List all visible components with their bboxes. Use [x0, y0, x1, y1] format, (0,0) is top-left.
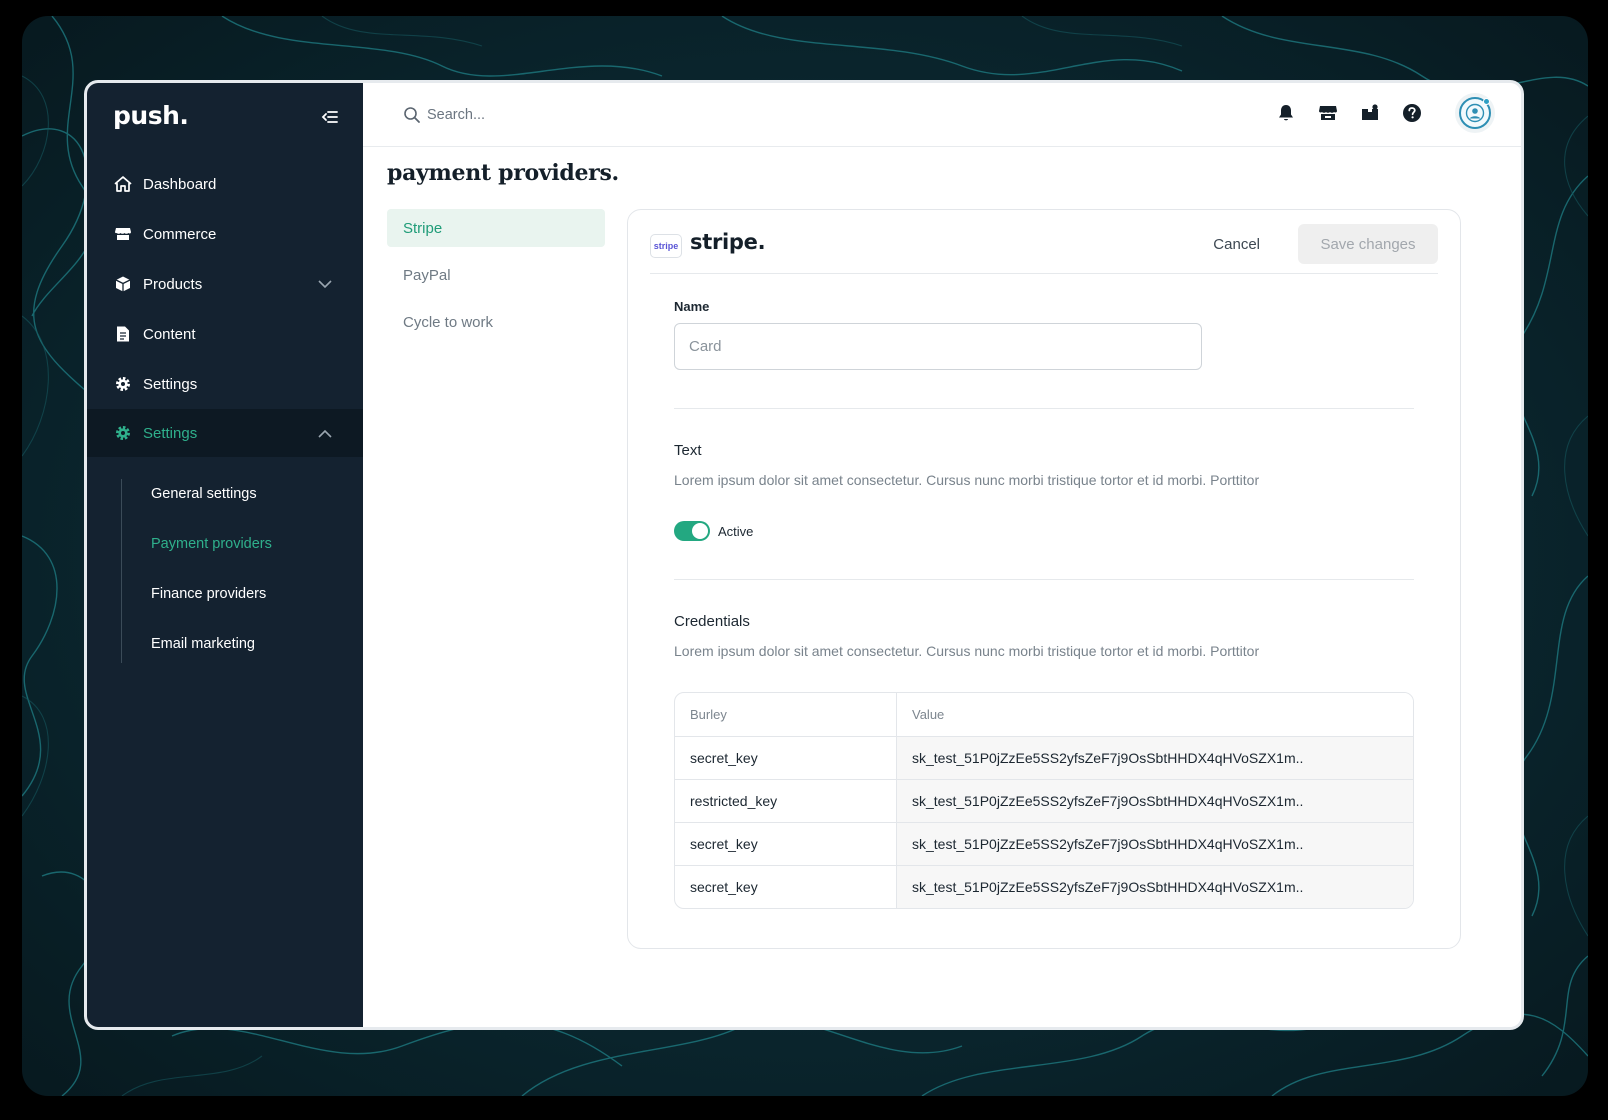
user-icon — [1465, 103, 1485, 123]
card-header: stripe stripe. Cancel Save changes — [650, 224, 1438, 274]
chevron-down-icon[interactable] — [317, 276, 333, 292]
box-icon — [113, 274, 133, 294]
store-icon[interactable] — [1317, 102, 1339, 124]
credentials-section-title: Credentials — [674, 613, 750, 630]
sidebar-item-commerce[interactable]: Commerce — [87, 209, 363, 259]
app-logo: push. — [113, 101, 189, 130]
gear-icon — [113, 423, 133, 443]
document-icon — [113, 324, 133, 344]
credentials-table: Burley Value secret_key sk_test_51P0jZzE… — [674, 692, 1414, 909]
subnav-rail — [121, 479, 122, 663]
store-icon — [113, 224, 133, 244]
sidebar-item-label: Commerce — [143, 225, 217, 243]
help-icon[interactable] — [1401, 102, 1423, 124]
table-row[interactable]: secret_key sk_test_51P0jZzEe5SS2yfsZeF7j… — [675, 736, 1413, 779]
page-title: payment providers. — [387, 160, 619, 186]
subnav-item-payment-providers[interactable]: Payment providers — [151, 519, 363, 569]
credential-value[interactable]: sk_test_51P0jZzEe5SS2yfsZeF7j9OsSbtHHDX4… — [897, 866, 1413, 908]
subnav-item-general-settings[interactable]: General settings — [151, 469, 363, 519]
text-section-description: Lorem ipsum dolor sit amet consectetur. … — [674, 472, 1260, 488]
topbar: Search... — [363, 83, 1521, 147]
chevron-up-icon[interactable] — [317, 426, 333, 442]
sidebar-item-label: Content — [143, 325, 196, 343]
sidebar-item-products[interactable]: Products — [87, 259, 363, 309]
search-bar[interactable]: Search... — [403, 106, 485, 124]
sidebar-item-label: Dashboard — [143, 175, 217, 193]
toggle-knob — [692, 523, 708, 539]
active-toggle[interactable] — [674, 521, 710, 541]
sidebar-item-label: Settings — [143, 424, 198, 442]
sidebar-item-dashboard[interactable]: Dashboard — [87, 159, 363, 209]
bell-icon[interactable] — [1275, 102, 1297, 124]
provider-item-stripe[interactable]: Stripe — [387, 209, 605, 247]
sidebar-item-settings[interactable]: Settings — [87, 359, 363, 409]
provider-list: Stripe PayPal Cycle to work — [387, 209, 605, 350]
table-row[interactable]: restricted_key sk_test_51P0jZzEe5SS2yfsZ… — [675, 779, 1413, 822]
settings-subnav: General settings Payment providers Finan… — [87, 469, 363, 669]
section-divider — [674, 579, 1414, 580]
collapse-sidebar-icon[interactable] — [319, 107, 341, 127]
home-icon — [113, 174, 133, 194]
sidebar: push. Dashboard Commerce Products Conten… — [87, 83, 363, 1027]
topbar-actions — [1255, 97, 1491, 129]
column-header-key: Burley — [675, 693, 897, 736]
credentials-section-description: Lorem ipsum dolor sit amet consectetur. … — [674, 643, 1260, 659]
credential-key: restricted_key — [675, 780, 897, 822]
cancel-button[interactable]: Cancel — [1213, 236, 1260, 253]
gear-icon — [113, 374, 133, 394]
provider-brand: stripe. — [690, 230, 766, 254]
section-divider — [674, 408, 1414, 409]
sidebar-nav: Dashboard Commerce Products Content Sett… — [87, 159, 363, 669]
user-avatar[interactable] — [1459, 97, 1491, 129]
search-icon — [403, 106, 421, 124]
credential-key: secret_key — [675, 737, 897, 779]
subnav-item-email-marketing[interactable]: Email marketing — [151, 619, 363, 669]
inbox-icon[interactable] — [1359, 102, 1381, 124]
main-content: Search... payment providers. Stripe PayP… — [363, 83, 1521, 1027]
credential-value[interactable]: sk_test_51P0jZzEe5SS2yfsZeF7j9OsSbtHHDX4… — [897, 823, 1413, 865]
save-changes-button[interactable]: Save changes — [1298, 224, 1438, 264]
credential-value[interactable]: sk_test_51P0jZzEe5SS2yfsZeF7j9OsSbtHHDX4… — [897, 737, 1413, 779]
table-header-row: Burley Value — [675, 693, 1413, 736]
text-section-title: Text — [674, 442, 702, 459]
credential-key: secret_key — [675, 823, 897, 865]
name-field-label: Name — [674, 299, 710, 314]
sidebar-item-content[interactable]: Content — [87, 309, 363, 359]
app-window: push. Dashboard Commerce Products Conten… — [84, 80, 1524, 1030]
credential-key: secret_key — [675, 866, 897, 908]
name-input[interactable] — [674, 323, 1202, 370]
provider-item-paypal[interactable]: PayPal — [387, 256, 605, 294]
credential-value[interactable]: sk_test_51P0jZzEe5SS2yfsZeF7j9OsSbtHHDX4… — [897, 780, 1413, 822]
sidebar-item-settings-expanded[interactable]: Settings — [87, 409, 363, 457]
stripe-logo-badge: stripe — [650, 234, 682, 258]
table-row[interactable]: secret_key sk_test_51P0jZzEe5SS2yfsZeF7j… — [675, 822, 1413, 865]
active-toggle-label: Active — [718, 523, 754, 539]
active-toggle-row: Active — [674, 521, 753, 541]
provider-settings-card: stripe stripe. Cancel Save changes Name … — [627, 209, 1461, 949]
subnav-item-finance-providers[interactable]: Finance providers — [151, 569, 363, 619]
table-row[interactable]: secret_key sk_test_51P0jZzEe5SS2yfsZeF7j… — [675, 865, 1413, 908]
sidebar-item-label: Products — [143, 275, 203, 293]
notification-dot — [1483, 98, 1490, 105]
search-placeholder[interactable]: Search... — [427, 107, 485, 123]
sidebar-item-label: Settings — [143, 375, 198, 393]
provider-item-cycle-to-work[interactable]: Cycle to work — [387, 303, 605, 341]
column-header-value: Value — [897, 693, 1413, 736]
